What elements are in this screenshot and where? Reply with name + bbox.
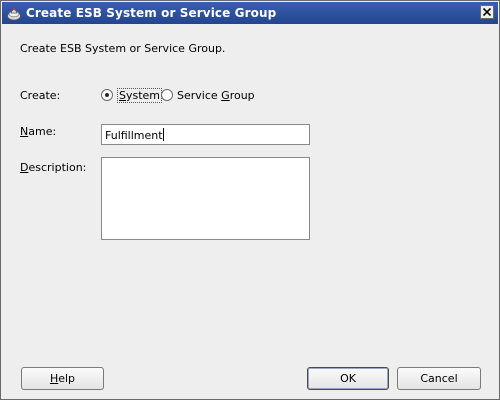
help-button[interactable]: Help [21, 367, 104, 390]
title-bar[interactable]: Create ESB System or Service Group [2, 2, 498, 24]
radio-system-button[interactable] [101, 89, 113, 101]
close-button[interactable] [480, 5, 494, 19]
dialog-body: Create ESB System or Service Group. Crea… [1, 25, 499, 399]
radio-system[interactable]: System [101, 87, 163, 103]
description-field[interactable] [101, 157, 310, 240]
create-label: Create: [20, 89, 61, 102]
intro-text: Create ESB System or Service Group. [20, 42, 226, 55]
radio-service-group-label: Service Group [177, 88, 255, 102]
close-icon [483, 8, 491, 16]
app-icon [6, 5, 22, 21]
description-label: Description: [20, 161, 87, 174]
ok-button[interactable]: OK [307, 367, 389, 390]
name-field[interactable]: Fulfillment [101, 124, 310, 145]
radio-service-group-button[interactable] [161, 89, 173, 101]
window-title: Create ESB System or Service Group [26, 6, 277, 20]
create-esb-dialog: Create ESB System or Service Group Creat… [0, 0, 500, 400]
radio-service-group[interactable]: Service Group [161, 87, 255, 103]
cancel-button[interactable]: Cancel [397, 367, 481, 390]
name-label: Name: [20, 125, 57, 138]
radio-system-label: System [117, 87, 163, 103]
